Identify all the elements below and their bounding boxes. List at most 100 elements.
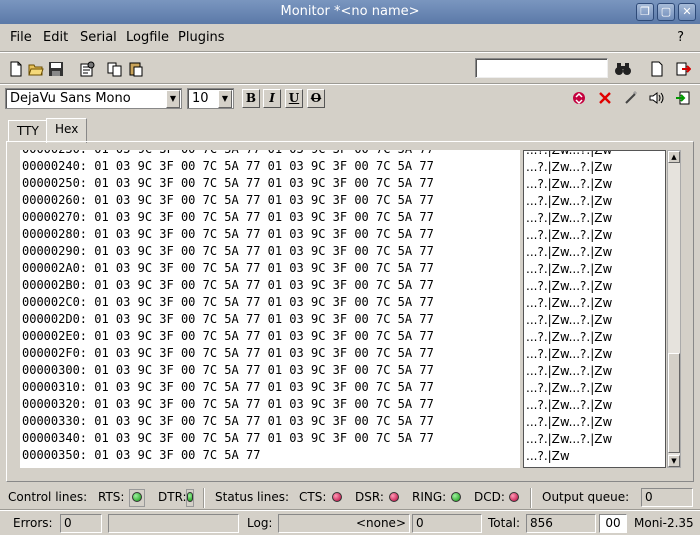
properties-icon — [80, 61, 95, 77]
log-label: Log: — [247, 516, 273, 530]
chevron-down-icon[interactable]: ▼ — [166, 90, 180, 108]
hex-line: 00000250: 01 03 9C 3F 00 7C 5A 77 01 03 … — [22, 176, 434, 190]
font-select-value: DejaVu Sans Mono — [10, 91, 131, 106]
scroll-thumb[interactable] — [668, 353, 680, 453]
new-file-button[interactable] — [5, 58, 27, 80]
version-label: Moni-2.35 — [634, 516, 694, 530]
font-size-value: 10 — [192, 91, 209, 106]
menu-file[interactable]: File — [10, 30, 32, 45]
dsr-label: DSR: — [355, 490, 384, 504]
copy-icon — [107, 62, 122, 77]
copy-button[interactable] — [104, 58, 126, 80]
ascii-line: ...?.|Zw...?.|Zw — [526, 432, 613, 446]
close-window-button[interactable]: ✕ — [678, 3, 696, 21]
ascii-view[interactable]: ...?.|Zw...?.|Zw ...?.|Zw...?.|Zw ...?.|… — [523, 150, 666, 468]
ascii-line: ...?.|Zw...?.|Zw — [526, 211, 613, 225]
menu-edit[interactable]: Edit — [43, 30, 68, 45]
errors-label: Errors: — [13, 516, 53, 530]
menu-help[interactable]: ? — [677, 30, 684, 45]
hex-line: 00000270: 01 03 9C 3F 00 7C 5A 77 01 03 … — [22, 210, 434, 224]
clear-button[interactable] — [594, 87, 616, 109]
ring-led-icon — [451, 492, 461, 502]
ascii-line: ...?.|Zw...?.|Zw — [526, 415, 613, 429]
folder-open-icon — [28, 64, 44, 76]
ascii-line: ...?.|Zw...?.|Zw — [526, 381, 613, 395]
bold-button[interactable]: B — [242, 89, 260, 108]
record-button[interactable] — [568, 87, 590, 109]
hex-line: 00000320: 01 03 9C 3F 00 7C 5A 77 01 03 … — [22, 397, 434, 411]
find-button[interactable] — [612, 58, 634, 80]
chevron-down-icon[interactable]: ▼ — [218, 90, 232, 108]
total-value: 856 — [526, 514, 596, 533]
ascii-line: ...?.|Zw...?.|Zw — [526, 194, 613, 208]
ascii-line: ...?.|Zw...?.|Zw — [526, 279, 613, 293]
dtr-label: DTR: — [158, 490, 187, 504]
log-count-value: 0 — [412, 514, 482, 533]
new-window-button[interactable] — [646, 58, 668, 80]
paste-icon — [129, 62, 143, 77]
font-size-select[interactable]: 10 ▼ — [187, 88, 234, 109]
hex-line: 000002F0: 01 03 9C 3F 00 7C 5A 77 01 03 … — [22, 346, 434, 360]
hex-line: 00000240: 01 03 9C 3F 00 7C 5A 77 01 03 … — [22, 159, 434, 173]
menu-plugins[interactable]: Plugins — [178, 30, 225, 45]
scroll-up-icon[interactable]: ▲ — [668, 151, 680, 163]
dcd-label: DCD: — [474, 490, 505, 504]
status-lines-label: Status lines: — [215, 490, 290, 504]
tab-tty[interactable]: TTY — [8, 120, 48, 142]
tab-hex[interactable]: Hex — [46, 118, 88, 143]
divider — [0, 51, 700, 53]
rts-led-icon — [132, 492, 142, 502]
minimize-button[interactable]: ❐ — [636, 3, 654, 21]
ring-label: RING: — [412, 490, 447, 504]
window-title: Monitor *<no name> — [280, 4, 420, 19]
settings-button[interactable] — [76, 58, 98, 80]
divider — [0, 83, 700, 85]
hex-line: 000002B0: 01 03 9C 3F 00 7C 5A 77 01 03 … — [22, 278, 434, 292]
hex-line: 00000350: 01 03 9C 3F 00 7C 5A 77 — [22, 448, 261, 462]
cts-label: CTS: — [299, 490, 327, 504]
hex-line: 000002E0: 01 03 9C 3F 00 7C 5A 77 01 03 … — [22, 329, 434, 343]
hex-line: 00000300: 01 03 9C 3F 00 7C 5A 77 01 03 … — [22, 363, 434, 377]
ascii-line: ...?.|Zw...?.|Zw — [526, 364, 613, 378]
strikethrough-button[interactable]: O — [307, 89, 325, 108]
font-select[interactable]: DejaVu Sans Mono ▼ — [5, 88, 182, 109]
control-lines-label: Control lines: — [8, 490, 88, 504]
divider — [203, 488, 205, 508]
scroll-down-icon[interactable]: ▼ — [668, 455, 680, 467]
italic-button[interactable]: I — [263, 89, 281, 108]
paste-button[interactable] — [125, 58, 147, 80]
maximize-button[interactable]: ▢ — [657, 3, 675, 21]
sound-button[interactable] — [646, 87, 668, 109]
dsr-led-icon — [389, 492, 399, 502]
hex-view[interactable]: 00000230: 01 03 9C 3F 00 7C 5A 77 01 03 … — [20, 150, 520, 468]
underline-button[interactable]: U — [285, 89, 303, 108]
import-button[interactable] — [672, 87, 694, 109]
status-message — [108, 514, 239, 533]
rts-label: RTS: — [98, 490, 125, 504]
binoculars-icon — [615, 63, 631, 75]
search-input[interactable] — [475, 58, 608, 78]
open-file-button[interactable] — [25, 58, 47, 80]
speaker-icon — [649, 92, 664, 104]
output-queue-value: 0 — [641, 488, 693, 507]
hex-line: 000002C0: 01 03 9C 3F 00 7C 5A 77 01 03 … — [22, 295, 434, 309]
hex-line: 00000340: 01 03 9C 3F 00 7C 5A 77 01 03 … — [22, 431, 434, 445]
ascii-line: ...?.|Zw...?.|Zw — [526, 347, 613, 361]
ascii-line: ...?.|Zw...?.|Zw — [526, 160, 613, 174]
ascii-line: ...?.|Zw...?.|Zw — [526, 330, 613, 344]
exit-button[interactable] — [672, 58, 694, 80]
hex-line: 000002D0: 01 03 9C 3F 00 7C 5A 77 01 03 … — [22, 312, 434, 326]
save-button[interactable] — [45, 58, 67, 80]
vertical-scrollbar[interactable]: ▲ ▼ — [667, 150, 681, 468]
hex-line: 000002A0: 01 03 9C 3F 00 7C 5A 77 01 03 … — [22, 261, 434, 275]
wand-button[interactable] — [620, 87, 642, 109]
ascii-line: ...?.|Zw...?.|Zw — [526, 177, 613, 191]
menu-serial[interactable]: Serial — [80, 30, 117, 45]
divider — [530, 488, 532, 508]
hex-line: 00000310: 01 03 9C 3F 00 7C 5A 77 01 03 … — [22, 380, 434, 394]
new-file-icon — [10, 61, 22, 77]
divider — [0, 509, 700, 511]
menu-logfile[interactable]: Logfile — [126, 30, 169, 45]
ascii-line: ...?.|Zw...?.|Zw — [526, 296, 613, 310]
dtr-led-icon — [187, 492, 193, 502]
